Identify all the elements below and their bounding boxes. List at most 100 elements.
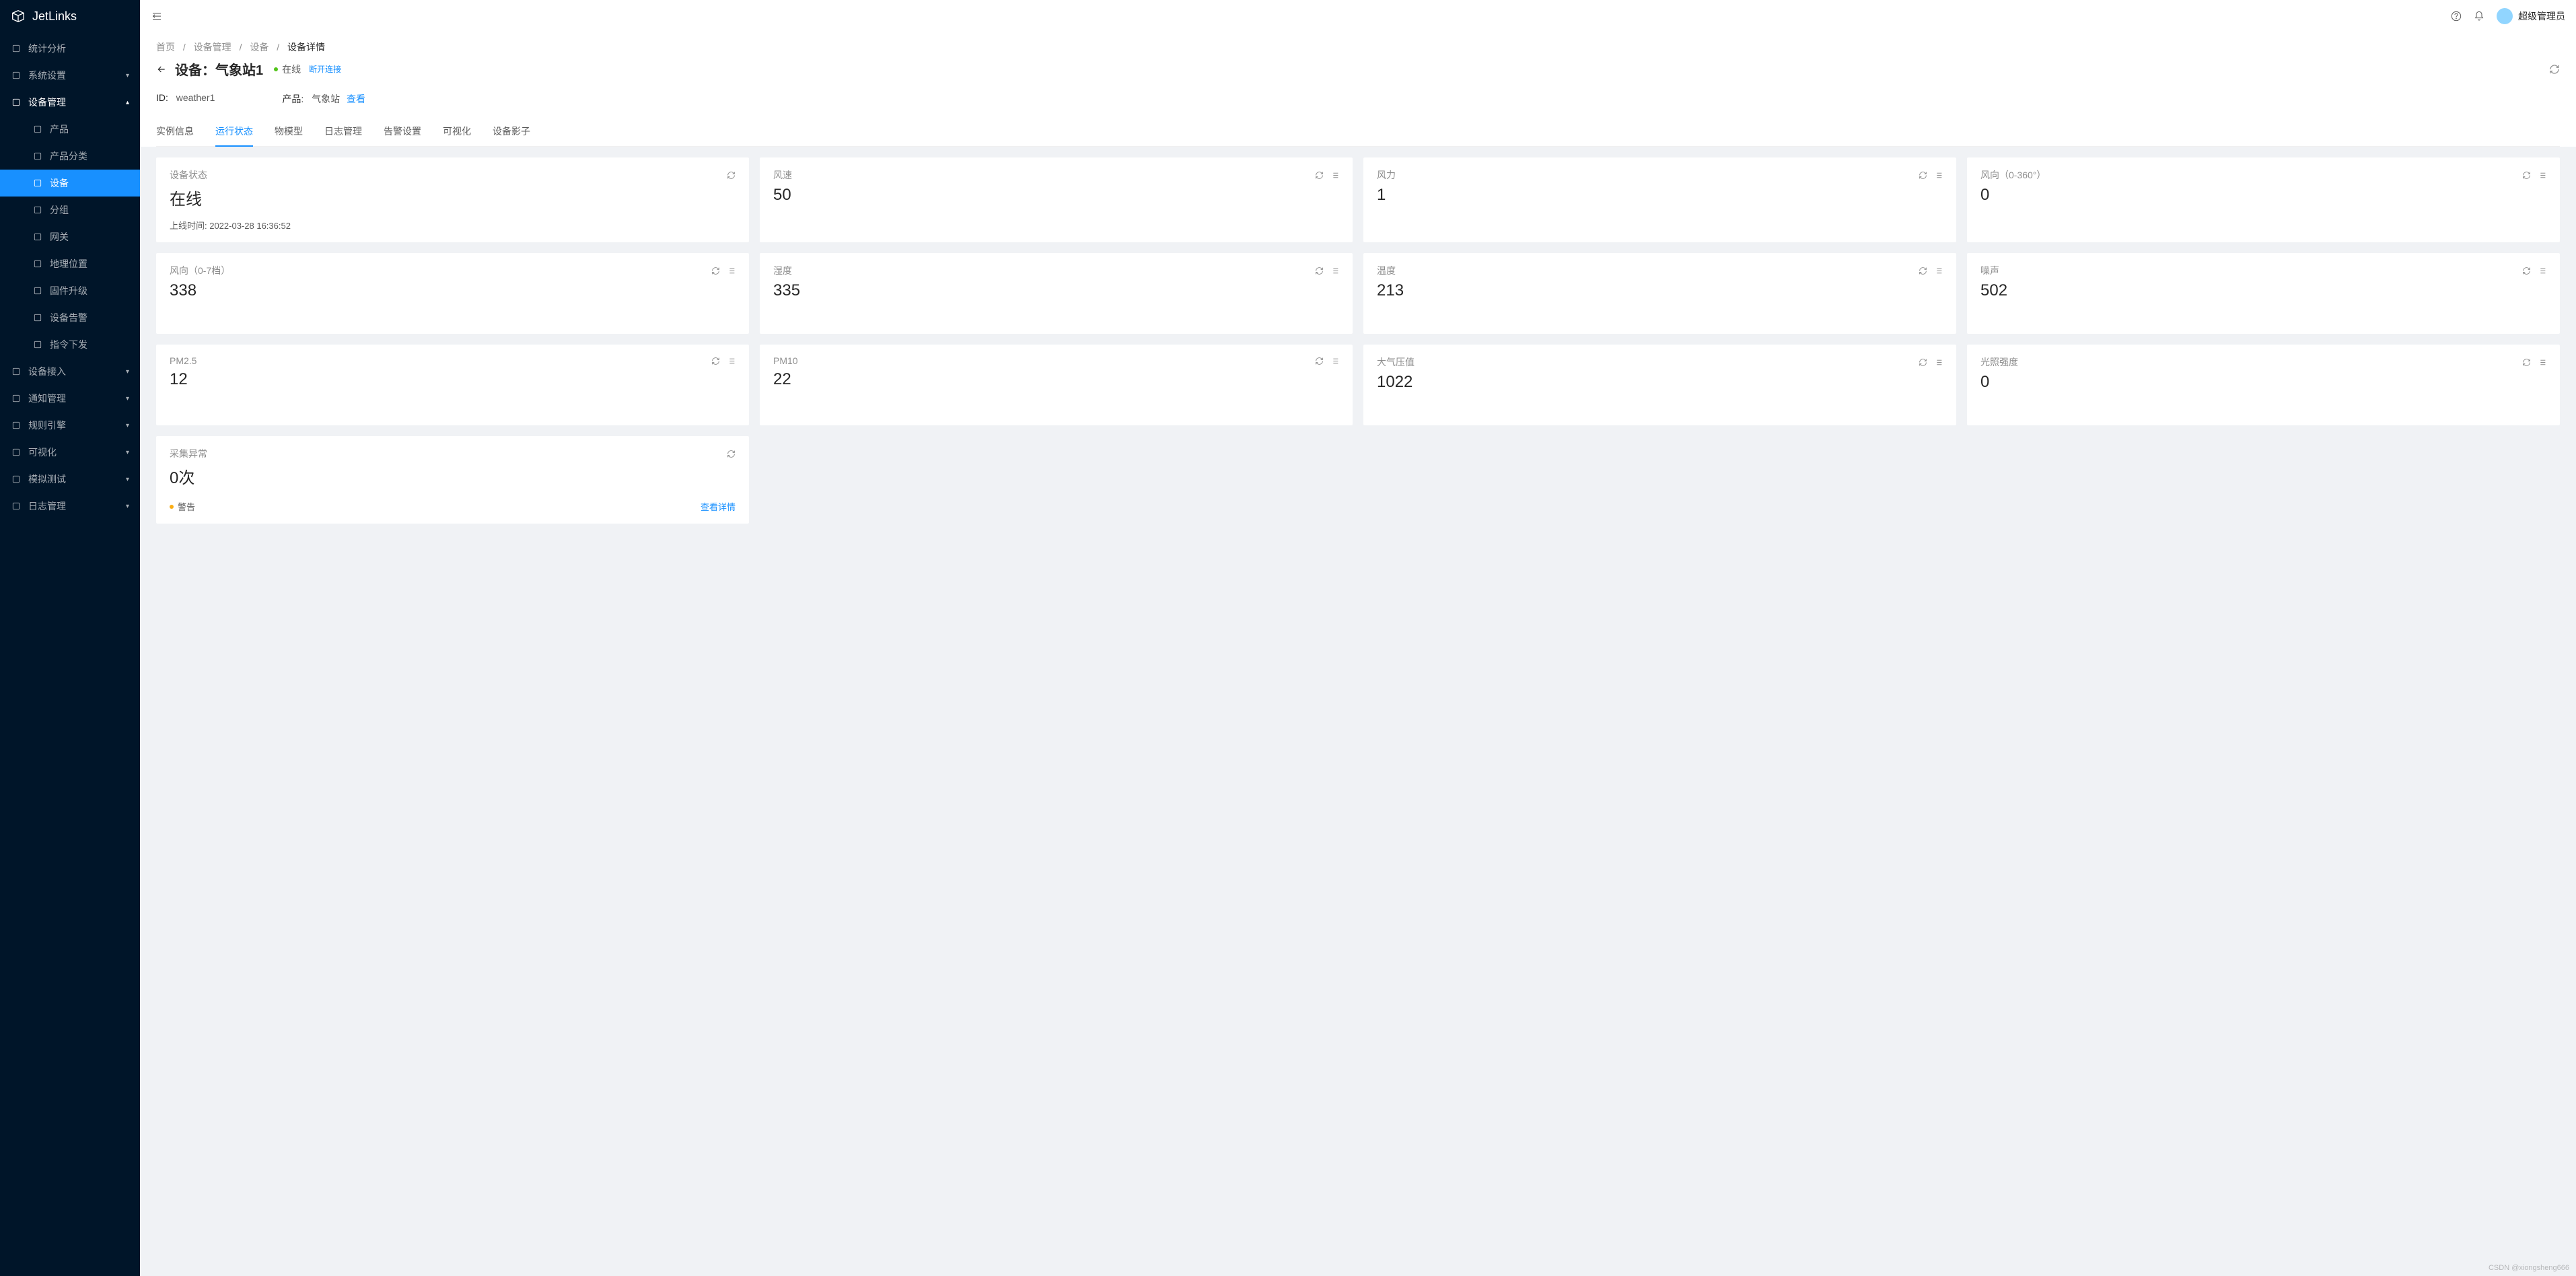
breadcrumb-item[interactable]: 设备管理	[194, 42, 231, 52]
chevron-icon: ▾	[126, 476, 129, 483]
chevron-icon: ▴	[126, 99, 129, 106]
metric-card: 光照强度0	[1967, 345, 2560, 425]
tab[interactable]: 物模型	[275, 116, 303, 146]
card-value: 0次	[170, 464, 736, 488]
cards-grid: 设备状态在线上线时间: 2022-03-28 16:36:52风速50风力1风向…	[140, 147, 2576, 534]
card-list-icon[interactable]	[727, 357, 736, 365]
card-refresh-icon[interactable]	[1919, 171, 1927, 180]
card-refresh-icon[interactable]	[727, 171, 736, 180]
brand-name: JetLinks	[32, 9, 77, 24]
breadcrumb: 首页 / 设备管理 / 设备 / 设备详情	[156, 40, 2560, 54]
status-dot	[274, 67, 278, 71]
sidebar-subitem[interactable]: 设备告警	[0, 304, 140, 331]
breadcrumb-home[interactable]: 首页	[156, 42, 175, 52]
card-list-icon[interactable]	[1934, 171, 1943, 180]
chevron-icon: ▾	[126, 395, 129, 402]
meta-id: ID: weather1	[156, 92, 215, 106]
sidebar-item[interactable]: 日志管理▾	[0, 493, 140, 520]
sidebar-item[interactable]: 通知管理▾	[0, 385, 140, 412]
page-title: 设备：气象站1	[175, 59, 263, 79]
help-icon[interactable]	[2451, 11, 2462, 22]
tab[interactable]: 运行状态	[215, 116, 253, 146]
sidebar-subitem[interactable]: 分组	[0, 197, 140, 223]
card-list-icon[interactable]	[2538, 267, 2546, 275]
card-title: 湿度	[773, 264, 792, 277]
card-title: 噪声	[1980, 264, 1999, 277]
card-refresh-icon[interactable]	[1315, 171, 1324, 180]
sidebar-subitem[interactable]: 设备	[0, 170, 140, 197]
card-title: 温度	[1377, 264, 1396, 277]
card-list-icon[interactable]	[1934, 358, 1943, 367]
card-value: 0	[1980, 373, 2546, 392]
sidebar-item[interactable]: 设备接入▾	[0, 358, 140, 385]
breadcrumb-item[interactable]: 设备	[250, 42, 269, 52]
meta-product: 产品: 气象站 查看	[282, 92, 365, 106]
card-list-icon[interactable]	[2538, 171, 2546, 180]
card-value: 12	[170, 370, 736, 389]
menu-fold-icon[interactable]	[151, 10, 163, 22]
card-value: 在线	[170, 186, 736, 209]
tab[interactable]: 实例信息	[156, 116, 194, 146]
chevron-icon: ▾	[126, 503, 129, 510]
warn-label: 警告	[178, 500, 195, 513]
sidebar-subitem[interactable]: 产品	[0, 116, 140, 143]
chevron-icon: ▾	[126, 368, 129, 376]
card-value: 22	[773, 370, 1339, 389]
sidebar-item[interactable]: 模拟测试▾	[0, 466, 140, 493]
user-menu[interactable]: 超级管理员	[2497, 8, 2565, 24]
card-list-icon[interactable]	[727, 267, 736, 275]
card-list-icon[interactable]	[1934, 267, 1943, 275]
chevron-icon: ▾	[126, 449, 129, 456]
card-refresh-icon[interactable]	[711, 357, 720, 365]
sidebar-subitem[interactable]: 固件升级	[0, 277, 140, 304]
sidebar-item[interactable]: 系统设置▾	[0, 62, 140, 89]
sidebar-item[interactable]: 设备管理▴	[0, 89, 140, 116]
card-title: 大气压值	[1377, 355, 1415, 369]
tab[interactable]: 可视化	[443, 116, 471, 146]
sidebar-subitem[interactable]: 地理位置	[0, 250, 140, 277]
metric-card: PM10 22	[760, 345, 1353, 425]
card-list-icon[interactable]	[2538, 358, 2546, 367]
card-refresh-icon[interactable]	[711, 267, 720, 275]
card-title: PM2.5	[170, 355, 196, 366]
card-title: 采集异常	[170, 447, 207, 460]
card-refresh-icon[interactable]	[2522, 171, 2531, 180]
card-refresh-icon[interactable]	[1315, 267, 1324, 275]
card-refresh-icon[interactable]	[1315, 357, 1324, 365]
reload-icon[interactable]	[2549, 64, 2560, 75]
logo[interactable]: JetLinks	[0, 0, 140, 32]
card-value: 0	[1980, 186, 2546, 205]
breadcrumb-current: 设备详情	[287, 42, 325, 52]
card-refresh-icon[interactable]	[1919, 358, 1927, 367]
disconnect-link[interactable]: 断开连接	[309, 63, 341, 75]
card-title: PM10	[773, 355, 798, 366]
sidebar-subitem[interactable]: 产品分类	[0, 143, 140, 170]
card-title: 风向（0-360°）	[1980, 168, 2046, 182]
card-value: 213	[1377, 281, 1943, 300]
metric-card: 风向（0-360°） 0	[1967, 157, 2560, 242]
view-product-link[interactable]: 查看	[347, 94, 365, 104]
card-list-icon[interactable]	[1330, 267, 1339, 275]
card-refresh-icon[interactable]	[2522, 358, 2531, 367]
username: 超级管理员	[2518, 9, 2565, 23]
card-title: 设备状态	[170, 168, 207, 182]
sidebar-subitem[interactable]: 网关	[0, 223, 140, 250]
card-value: 502	[1980, 281, 2546, 300]
sidebar-item[interactable]: 统计分析	[0, 35, 140, 62]
sidebar-subitem[interactable]: 指令下发	[0, 331, 140, 358]
tab[interactable]: 告警设置	[384, 116, 421, 146]
topbar: 超级管理员	[140, 0, 2576, 32]
card-refresh-icon[interactable]	[2522, 267, 2531, 275]
sidebar-item[interactable]: 可视化▾	[0, 439, 140, 466]
sidebar-item[interactable]: 规则引擎▾	[0, 412, 140, 439]
metric-card: 设备状态在线上线时间: 2022-03-28 16:36:52	[156, 157, 749, 242]
tab[interactable]: 设备影子	[493, 116, 530, 146]
tab[interactable]: 日志管理	[324, 116, 362, 146]
back-icon[interactable]	[156, 64, 167, 75]
card-list-icon[interactable]	[1330, 171, 1339, 180]
view-detail-link[interactable]: 查看详情	[701, 500, 736, 513]
card-refresh-icon[interactable]	[727, 450, 736, 458]
bell-icon[interactable]	[2474, 11, 2484, 22]
card-list-icon[interactable]	[1330, 357, 1339, 365]
card-refresh-icon[interactable]	[1919, 267, 1927, 275]
